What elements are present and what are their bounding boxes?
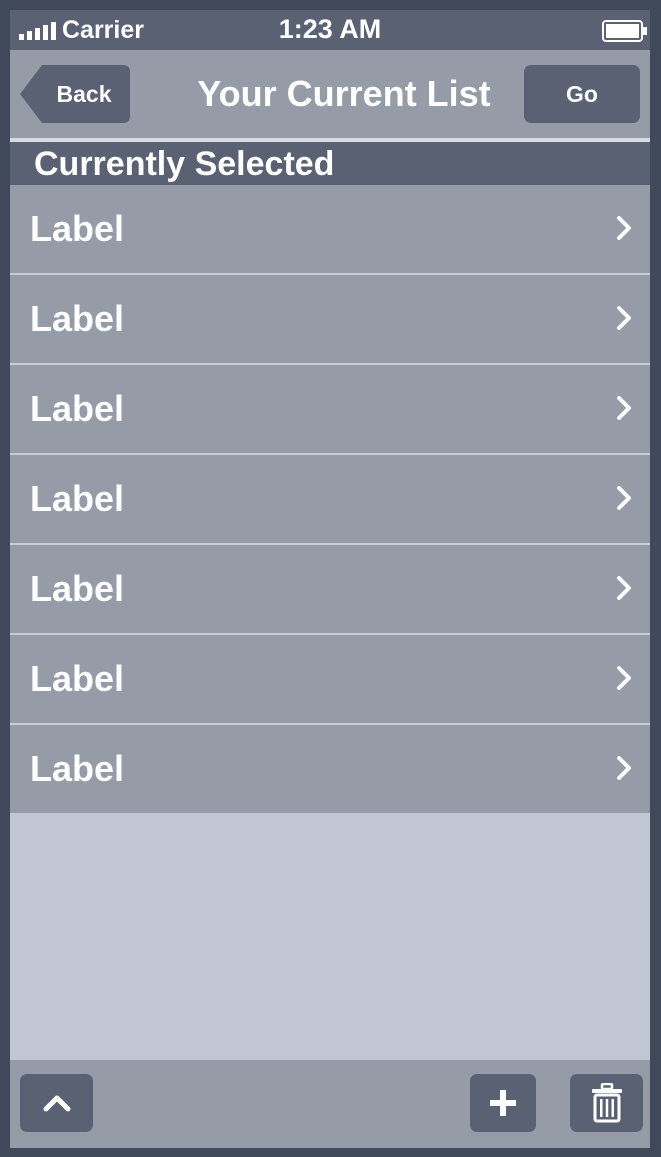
scroll-up-button[interactable] (20, 1074, 93, 1132)
section-title: Currently Selected (34, 145, 335, 183)
list-item-label: Label (30, 478, 125, 519)
chevron-right-icon (617, 756, 631, 780)
delete-button[interactable] (570, 1074, 643, 1132)
navigation-bar: Back Your Current List Go (10, 50, 650, 138)
back-button[interactable]: Back (20, 65, 130, 123)
list-item-label: Label (30, 388, 125, 429)
list-item[interactable]: Label (10, 275, 650, 365)
chevron-right-icon (617, 306, 631, 330)
chevron-right-icon (617, 576, 631, 600)
status-bar: Carrier 1:23 AM (10, 10, 650, 50)
bottom-toolbar (10, 1060, 650, 1148)
chevron-right-icon (617, 486, 631, 510)
list-item-label: Label (30, 568, 125, 609)
list-item-label: Label (30, 208, 125, 249)
page-title: Your Current List (197, 73, 491, 114)
plus-icon (490, 1090, 516, 1116)
battery-full-icon (602, 20, 647, 42)
back-button-label: Back (56, 81, 112, 107)
trash-icon (591, 1083, 622, 1123)
list-item[interactable]: Label (10, 185, 650, 275)
list-item[interactable]: Label (10, 725, 650, 813)
list-item[interactable]: Label (10, 365, 650, 455)
list-item-label: Label (30, 298, 125, 339)
device-frame: Carrier 1:23 AM Back Your Current List G… (0, 0, 661, 1157)
selected-list: Label Label Label Label Label Label Labe… (10, 185, 650, 813)
go-button[interactable]: Go (524, 65, 640, 123)
list-item-label: Label (30, 658, 125, 699)
list-item[interactable]: Label (10, 545, 650, 635)
chevron-up-icon (43, 1095, 70, 1112)
chevron-right-icon (617, 666, 631, 690)
section-header: Currently Selected (10, 142, 650, 185)
list-item-label: Label (30, 748, 125, 789)
list-item[interactable]: Label (10, 635, 650, 725)
chevron-right-icon (617, 396, 631, 420)
screen: Carrier 1:23 AM Back Your Current List G… (10, 10, 650, 1148)
chevron-right-icon (617, 216, 631, 240)
add-button[interactable] (470, 1074, 536, 1132)
status-time: 1:23 AM (278, 14, 382, 44)
list-item[interactable]: Label (10, 455, 650, 545)
